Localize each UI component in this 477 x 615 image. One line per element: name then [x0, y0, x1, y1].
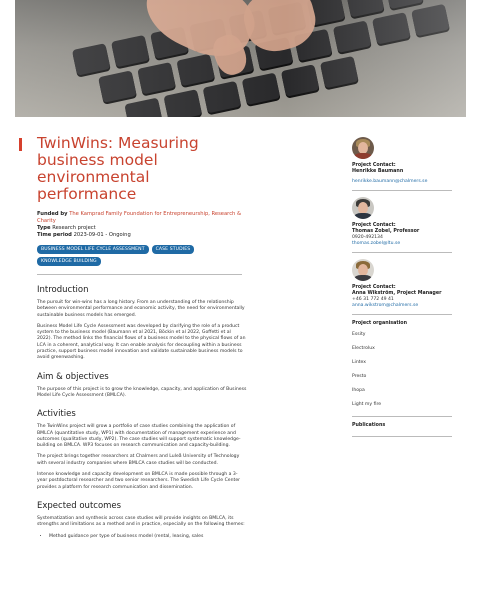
contact-card: Project Contact: Thomas Zobel, Professor… — [352, 197, 452, 247]
organisation-item: Electrolux — [352, 346, 375, 351]
contact-email-link[interactable]: anna.wikstrom@chalmers.se — [352, 303, 452, 309]
sidebar: Project Contact: Henrikke Baumann henrik… — [352, 137, 452, 443]
organisation-item: Ihopa — [352, 388, 365, 393]
outcomes-heading: Expected outcomes — [37, 500, 122, 511]
contact-name: Henrikke Baumann — [352, 169, 404, 174]
divider — [352, 252, 452, 253]
organisation-item: Essity — [352, 332, 366, 337]
avatar — [352, 259, 374, 281]
activities-heading: Activities — [37, 409, 76, 420]
divider — [352, 190, 452, 191]
divider — [37, 274, 242, 275]
outcomes-bullet: Method guidance per type of business mod… — [49, 534, 247, 540]
divider — [352, 416, 452, 417]
type-label: Type — [37, 225, 51, 231]
contact-email-link[interactable]: thomas.zobel@ltu.se — [352, 241, 452, 247]
funded-by-link[interactable]: The Kamprad Family Foundation for Entrep… — [37, 211, 241, 224]
hero-image — [15, 0, 466, 117]
contact-email-link[interactable]: henrikke.baumann@chalmers.se — [352, 179, 452, 185]
period-label: Time period — [37, 232, 72, 238]
contact-card: Project Contact: Henrikke Baumann henrik… — [352, 137, 452, 185]
activities-paragraph-1: The TwinWins project will grow a portfol… — [37, 424, 241, 449]
intro-paragraph-1: The pursuit for win-wins has a long hist… — [37, 300, 245, 318]
tag-knowledge-building[interactable]: KNOWLEDGE BUILDING — [37, 257, 101, 266]
organisation-item: Lintex — [352, 360, 367, 365]
tag-list: BUSINESS MODEL LIFE CYCLE ASSESSMENT CAS… — [37, 245, 247, 266]
contact-card: Project Contact: Anna Wikström, Project … — [352, 259, 452, 309]
tag-case-studies[interactable]: CASE STUDIES — [151, 245, 195, 254]
outcomes-paragraph: Systematization and synthesis across cas… — [37, 515, 245, 528]
intro-heading: Introduction — [37, 285, 89, 295]
outcomes-list: Method guidance per type of business mod… — [49, 534, 247, 540]
tag-bmlca[interactable]: BUSINESS MODEL LIFE CYCLE ASSESSMENT — [37, 245, 149, 254]
aim-heading: Aim & objectives — [37, 371, 109, 382]
organisation-item: Presto — [352, 374, 367, 379]
funded-by-label: Funded by — [37, 211, 68, 217]
page-title: TwinWins: Measuring business model envir… — [37, 134, 199, 203]
type-value: Research project — [52, 225, 96, 231]
activities-paragraph-3: Intense knowledge and capacity developme… — [37, 472, 241, 490]
avatar — [352, 137, 374, 159]
intro-paragraph-2: Business Model Life Cycle Assessment was… — [37, 323, 246, 361]
organisation-item: Light my fire — [352, 402, 382, 407]
title-accent-bar — [19, 138, 22, 151]
project-meta: Funded by The Kamprad Family Foundation … — [37, 211, 247, 239]
period-value: 2023-09-01 - Ongoing — [73, 232, 131, 238]
avatar — [352, 197, 374, 219]
organisation-heading: Project organisation — [352, 321, 408, 326]
aim-paragraph: The purpose of this project is to grow t… — [37, 386, 247, 398]
main-content: TwinWins: Measuring business model envir… — [37, 135, 247, 540]
activities-paragraph-2: The project brings together researchers … — [37, 454, 240, 466]
divider — [352, 314, 452, 315]
publications-heading: Publications — [352, 423, 386, 428]
divider — [352, 436, 452, 437]
